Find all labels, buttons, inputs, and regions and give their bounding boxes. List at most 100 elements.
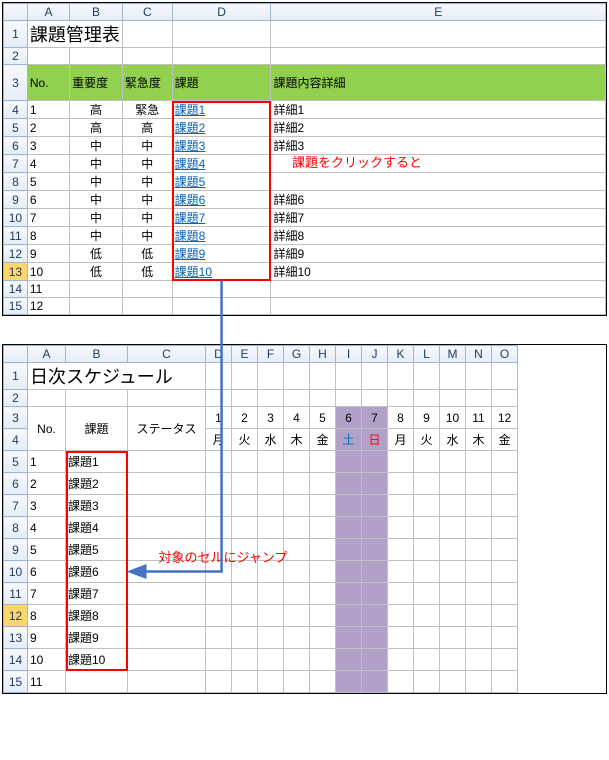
row-header[interactable]: 1 (4, 21, 28, 48)
day-number[interactable]: 10 (440, 407, 466, 429)
schedule-cell[interactable] (310, 473, 336, 495)
cell-no[interactable]: 4 (27, 155, 69, 173)
schedule-cell[interactable] (362, 473, 388, 495)
row-header[interactable]: 13 (4, 627, 28, 649)
schedule-cell[interactable] (440, 451, 466, 473)
schedule-cell[interactable] (414, 473, 440, 495)
cell-detail[interactable]: 詳細1 (271, 101, 606, 119)
schedule-cell[interactable] (492, 649, 518, 671)
day-weekday[interactable]: 月 (388, 429, 414, 451)
cell-no[interactable]: 1 (27, 101, 69, 119)
schedule-cell[interactable] (336, 473, 362, 495)
sheet-title[interactable]: 日次スケジュール (28, 363, 206, 390)
col-header[interactable]: K (388, 346, 414, 363)
cell-detail[interactable]: 詳細2 (271, 119, 606, 137)
day-weekday[interactable]: 水 (258, 429, 284, 451)
cell-importance[interactable]: 高 (70, 101, 123, 119)
cell-task[interactable] (66, 671, 128, 693)
schedule-cell[interactable] (440, 517, 466, 539)
schedule-cell[interactable] (258, 561, 284, 583)
cell-no[interactable]: 8 (27, 227, 69, 245)
day-number[interactable]: 4 (284, 407, 310, 429)
schedule-cell[interactable] (258, 649, 284, 671)
schedule-cell[interactable] (414, 539, 440, 561)
cell-urgency[interactable]: 中 (122, 209, 172, 227)
schedule-cell[interactable] (388, 561, 414, 583)
row-header[interactable]: 12 (4, 605, 28, 627)
row-header[interactable]: 4 (4, 101, 28, 119)
cell-detail[interactable]: 詳細10 (271, 263, 606, 281)
table-header[interactable]: 課題内容詳細 (271, 65, 606, 101)
schedule-cell[interactable] (206, 627, 232, 649)
row-header[interactable]: 3 (4, 65, 28, 101)
row-header[interactable]: 11 (4, 583, 28, 605)
schedule-cell[interactable] (440, 671, 466, 693)
schedule-cell[interactable] (310, 627, 336, 649)
cell-task[interactable]: 課題2 (66, 473, 128, 495)
schedule-cell[interactable] (232, 671, 258, 693)
cell-detail[interactable]: 詳細7 (271, 209, 606, 227)
schedule-cell[interactable] (388, 671, 414, 693)
col-header[interactable]: A (27, 4, 69, 21)
schedule-cell[interactable] (258, 583, 284, 605)
row-header[interactable]: 9 (4, 191, 28, 209)
schedule-cell[interactable] (466, 517, 492, 539)
day-weekday[interactable]: 金 (310, 429, 336, 451)
schedule-cell[interactable] (388, 451, 414, 473)
schedule-cell[interactable] (336, 495, 362, 517)
table-header[interactable]: 緊急度 (122, 65, 172, 101)
col-header[interactable]: M (440, 346, 466, 363)
cell-status[interactable] (128, 583, 206, 605)
cell-importance[interactable]: 低 (70, 263, 123, 281)
col-header[interactable]: A (28, 346, 66, 363)
schedule-cell[interactable] (206, 583, 232, 605)
row-header[interactable]: 10 (4, 209, 28, 227)
cell-urgency[interactable] (122, 298, 172, 315)
cell-detail[interactable] (271, 298, 606, 315)
cell-status[interactable] (128, 473, 206, 495)
day-weekday[interactable]: 木 (284, 429, 310, 451)
schedule-cell[interactable] (414, 495, 440, 517)
row-header[interactable]: 8 (4, 517, 28, 539)
cell-task[interactable]: 課題8 (172, 227, 271, 245)
row-header[interactable]: 6 (4, 473, 28, 495)
schedule-cell[interactable] (232, 583, 258, 605)
schedule-cell[interactable] (362, 451, 388, 473)
schedule-cell[interactable] (414, 451, 440, 473)
schedule-cell[interactable] (492, 451, 518, 473)
cell-task[interactable]: 課題4 (172, 155, 271, 173)
cell-task[interactable]: 課題2 (172, 119, 271, 137)
col-header[interactable]: D (206, 346, 232, 363)
schedule-cell[interactable] (336, 583, 362, 605)
cell-task[interactable]: 課題7 (66, 583, 128, 605)
schedule-cell[interactable] (258, 517, 284, 539)
col-header[interactable]: H (310, 346, 336, 363)
col-header[interactable]: O (492, 346, 518, 363)
row-header[interactable]: 11 (4, 227, 28, 245)
schedule-cell[interactable] (466, 451, 492, 473)
schedule-cell[interactable] (492, 627, 518, 649)
cell-no[interactable]: 7 (28, 583, 66, 605)
schedule-cell[interactable] (414, 671, 440, 693)
schedule-cell[interactable] (362, 495, 388, 517)
schedule-cell[interactable] (466, 495, 492, 517)
schedule-cell[interactable] (440, 495, 466, 517)
schedule-cell[interactable] (440, 561, 466, 583)
day-number[interactable]: 9 (414, 407, 440, 429)
schedule-cell[interactable] (388, 517, 414, 539)
cell-status[interactable] (128, 517, 206, 539)
row-header[interactable]: 14 (4, 649, 28, 671)
task-link[interactable]: 課題2 (175, 121, 206, 135)
schedule-cell[interactable] (466, 671, 492, 693)
schedule-cell[interactable] (232, 451, 258, 473)
col-header[interactable]: F (258, 346, 284, 363)
day-weekday[interactable]: 月 (206, 429, 232, 451)
schedule-cell[interactable] (258, 473, 284, 495)
cell-status[interactable] (128, 495, 206, 517)
col-header[interactable]: E (232, 346, 258, 363)
col-header[interactable]: B (66, 346, 128, 363)
cell-detail[interactable]: 詳細6 (271, 191, 606, 209)
schedule-cell[interactable] (206, 495, 232, 517)
col-header[interactable]: G (284, 346, 310, 363)
cell-task[interactable]: 課題4 (66, 517, 128, 539)
